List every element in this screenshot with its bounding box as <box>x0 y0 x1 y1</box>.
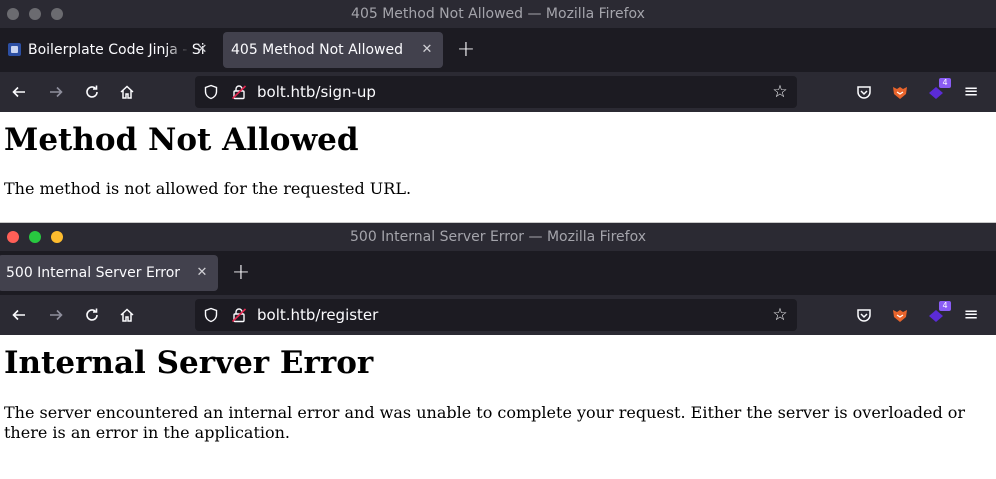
tab-bar: Boilerplate Code Jinja - Si ✕ 405 Method… <box>0 28 996 72</box>
extension-badge: 4 <box>939 78 951 88</box>
reload-button[interactable] <box>76 299 108 331</box>
back-arrow-icon <box>12 86 25 98</box>
window-titlebar: 500 Internal Server Error — Mozilla Fire… <box>0 223 996 251</box>
bookmark-star-icon[interactable]: ☆ <box>769 299 791 331</box>
pocket-icon <box>857 309 871 322</box>
new-tab-button[interactable]: + <box>227 255 255 291</box>
foxyproxy-button[interactable] <box>884 76 916 108</box>
foxyproxy-button[interactable] <box>884 299 916 331</box>
fox-extension-icon <box>893 310 907 322</box>
extension-button[interactable]: 4 <box>921 299 953 331</box>
forward-arrow-icon <box>50 309 63 321</box>
close-tab-icon[interactable]: ✕ <box>194 255 210 291</box>
close-tab-icon[interactable]: ✕ <box>194 32 210 68</box>
insecure-lock-icon[interactable] <box>231 84 247 100</box>
forward-button[interactable] <box>40 299 72 331</box>
tab-label: 500 Internal Server Error <box>6 265 181 281</box>
back-arrow-icon <box>12 309 25 321</box>
bookmark-star-icon[interactable]: ☆ <box>769 76 791 108</box>
window-titlebar: 405 Method Not Allowed — Mozilla Firefox <box>0 0 996 28</box>
window-title: 405 Method Not Allowed — Mozilla Firefox <box>351 6 645 22</box>
navigation-toolbar: bolt.htb/sign-up ☆ 4 ≡ <box>0 72 996 112</box>
tracking-protection-shield-icon[interactable] <box>203 84 219 100</box>
page-content: Method Not Allowed The method is not all… <box>0 112 996 222</box>
firefox-window-405: 405 Method Not Allowed — Mozilla Firefox… <box>0 0 996 222</box>
pocket-icon <box>857 86 871 99</box>
pocket-button[interactable] <box>848 76 880 108</box>
url-bar[interactable]: bolt.htb/register ☆ <box>195 299 797 331</box>
back-button[interactable] <box>3 76 35 108</box>
tab-405[interactable]: 405 Method Not Allowed ✕ <box>223 32 443 68</box>
page-heading: Internal Server Error <box>4 345 374 381</box>
home-icon <box>120 85 134 99</box>
url-bar[interactable]: bolt.htb/sign-up ☆ <box>195 76 797 108</box>
extension-button[interactable]: 4 <box>921 76 953 108</box>
back-button[interactable] <box>3 299 35 331</box>
site-favicon-icon <box>8 43 21 56</box>
new-tab-button[interactable]: + <box>452 32 480 68</box>
error-message: The server encountered an internal error… <box>4 403 966 442</box>
error-message: The method is not allowed for the reques… <box>4 179 412 198</box>
tab-label: 405 Method Not Allowed <box>231 42 403 58</box>
tab-boilerplate[interactable]: Boilerplate Code Jinja - Si ✕ <box>0 32 218 68</box>
page-heading: Method Not Allowed <box>4 122 359 158</box>
home-icon <box>120 308 134 322</box>
app-menu-button[interactable]: ≡ <box>955 299 987 331</box>
url-text[interactable]: bolt.htb/register <box>257 299 378 331</box>
pocket-button[interactable] <box>848 299 880 331</box>
reload-icon <box>86 85 98 98</box>
app-menu-button[interactable]: ≡ <box>955 76 987 108</box>
extension-badge: 4 <box>939 301 951 311</box>
close-tab-icon[interactable]: ✕ <box>419 32 435 68</box>
insecure-lock-icon[interactable] <box>231 307 247 323</box>
page-content: Internal Server Error The server encount… <box>0 335 996 479</box>
reload-button[interactable] <box>76 76 108 108</box>
navigation-toolbar: bolt.htb/register ☆ 4 ≡ <box>0 295 996 335</box>
firefox-window-500: 500 Internal Server Error — Mozilla Fire… <box>0 223 996 479</box>
tab-500[interactable]: 500 Internal Server Error ✕ <box>0 255 218 291</box>
url-text[interactable]: bolt.htb/sign-up <box>257 76 376 108</box>
fox-extension-icon <box>893 87 907 99</box>
tracking-protection-shield-icon[interactable] <box>203 307 219 323</box>
forward-button[interactable] <box>40 76 72 108</box>
reload-icon <box>86 308 98 321</box>
home-button[interactable] <box>111 76 143 108</box>
window-title: 500 Internal Server Error — Mozilla Fire… <box>350 229 646 245</box>
tab-bar: 500 Internal Server Error ✕ + <box>0 251 996 295</box>
home-button[interactable] <box>111 299 143 331</box>
forward-arrow-icon <box>50 86 63 98</box>
